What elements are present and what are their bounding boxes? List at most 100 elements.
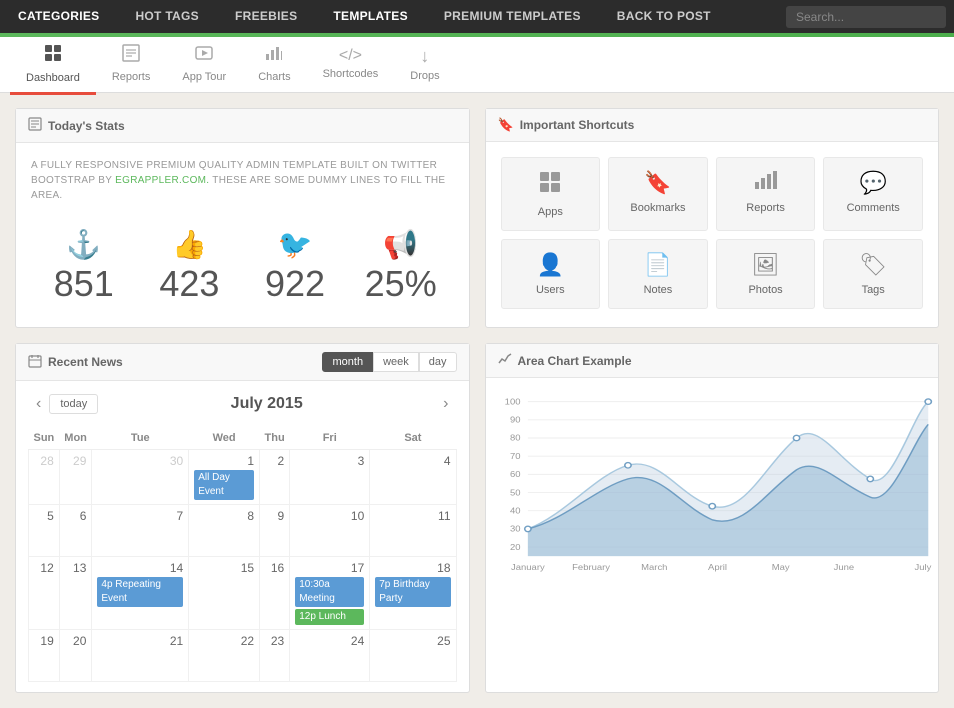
tab-dashboard[interactable]: Dashboard [10,35,96,95]
top-navigation: CATEGORIES HOT TAGS FREEBIES Templates P… [0,0,954,33]
calendar-cell[interactable]: 1All Day Event [189,450,260,505]
calendar-cell[interactable]: 9 [260,505,290,557]
calendar-cell[interactable]: 13 [59,557,92,630]
calendar-cell[interactable]: 7 [92,505,189,557]
calendar-cell[interactable]: 21 [92,630,189,682]
tab-shortcodes-label: Shortcodes [323,68,379,80]
shortcut-apps[interactable]: Apps [501,157,601,231]
calendar-cell[interactable]: 30 [92,450,189,505]
calendar-cell[interactable]: 2 [260,450,290,505]
search-input[interactable] [786,6,946,28]
tab-reports-label: Reports [112,71,151,83]
calendar-cell[interactable]: 19 [29,630,60,682]
calendar-event[interactable]: All Day Event [194,470,254,500]
shortcuts-header: 🔖 Important Shortcuts [486,109,939,142]
shortcut-reports[interactable]: Reports [716,157,816,231]
calendar-header: Recent News month week day [16,344,469,381]
svg-text:40: 40 [509,506,520,515]
calendar-cell[interactable]: 8 [189,505,260,557]
svg-text:100: 100 [504,397,520,406]
stat-megaphone: 📢 25% [348,218,454,312]
svg-text:90: 90 [509,415,520,424]
svg-text:30: 30 [509,524,520,533]
calendar-cell[interactable]: 28 [29,450,60,505]
calendar-event[interactable]: 10:30a Meeting [295,577,364,607]
calendar-cell[interactable]: 3 [290,450,370,505]
shortcut-comments[interactable]: 💬 Comments [823,157,923,231]
svg-text:April: April [708,562,727,571]
calendar-cell[interactable]: 22 [189,630,260,682]
calendar-title: Recent News [48,355,123,369]
tab-app-tour[interactable]: App Tour [166,36,242,94]
tab-charts-label: Charts [258,71,290,83]
shortcut-notes[interactable]: 📄 Notes [608,239,708,309]
calendar-header-left: Recent News [28,354,123,371]
nav-premium-templates[interactable]: Premium Templates [426,0,599,33]
cal-view-month[interactable]: month [322,352,373,372]
calendar-cell[interactable]: 11 [370,505,456,557]
shortcut-bookmarks[interactable]: 🔖 Bookmarks [608,157,708,231]
calendar-body: ‹ today July 2015 › Sun Mon Tue Wed Thu … [16,381,469,692]
calendar-cell[interactable]: 20 [59,630,92,682]
calendar-cell[interactable]: 6 [59,505,92,557]
svg-text:February: February [572,562,611,571]
svg-text:60: 60 [509,470,520,479]
shortcut-users-label: Users [536,284,565,296]
twitter-icon: 🐦 [247,228,343,261]
calendar-cell[interactable]: 12 [29,557,60,630]
svg-text:50: 50 [509,488,520,497]
calendar-cell[interactable]: 5 [29,505,60,557]
svg-text:80: 80 [509,433,520,442]
tab-drops-label: Drops [410,70,439,82]
calendar-cell[interactable]: 24 [290,630,370,682]
calendar-cell[interactable]: 1710:30a Meeting12p Lunch [290,557,370,630]
tab-shortcodes[interactable]: </> Shortcodes [307,39,395,91]
cal-view-day[interactable]: day [419,352,457,372]
calendar-cell[interactable]: 187p Birthday Party [370,557,456,630]
calendar-cell[interactable]: 144p Repeating Event [92,557,189,630]
cal-view-week[interactable]: week [373,352,419,372]
calendar-cell[interactable]: 29 [59,450,92,505]
calendar-event[interactable]: 7p Birthday Party [375,577,450,607]
calendar-cell[interactable]: 25 [370,630,456,682]
nav-hot-tags[interactable]: HOT TAGS [117,0,217,33]
bookmarks-icon: 🔖 [644,170,671,196]
shortcodes-icon: </> [339,47,362,65]
drops-icon: ↓ [420,46,429,67]
area-chart-body: 100 90 80 70 60 50 40 30 20 [486,378,939,596]
nav-back-to-post[interactable]: Back to Post [599,0,729,33]
shortcut-tags[interactable]: 🏷 Tags [823,239,923,309]
calendar-cell[interactable]: 23 [260,630,290,682]
tab-reports[interactable]: Reports [96,36,167,94]
calendar-cell[interactable]: 15 [189,557,260,630]
cal-next-button[interactable]: › [435,391,456,417]
stat-value-3: 25% [353,266,449,302]
calendar-cell[interactable]: 16 [260,557,290,630]
nav-categories[interactable]: CATEGORIES [0,0,117,33]
stats-header-icon [28,117,42,134]
calendar-event[interactable]: 4p Repeating Event [97,577,183,607]
shortcut-photos[interactable]: 🖼 Photos [716,239,816,309]
cal-prev-button[interactable]: ‹ [28,391,49,417]
stat-value-2: 922 [247,266,343,302]
shortcut-tags-label: Tags [862,284,885,296]
calendar-event[interactable]: 12p Lunch [295,609,364,625]
calendar-cell[interactable]: 10 [290,505,370,557]
shortcut-apps-label: Apps [538,206,563,218]
tab-app-tour-label: App Tour [182,71,226,83]
tab-drops[interactable]: ↓ Drops [394,38,455,93]
cal-today-button[interactable]: today [49,394,98,414]
calendar-view-buttons: month week day [322,352,456,372]
svg-text:March: March [641,562,667,571]
cal-day-mon: Mon [59,427,92,450]
megaphone-icon: 📢 [353,228,449,261]
tab-bar: Dashboard Reports App Tour [0,37,954,93]
calendar-cell[interactable]: 4 [370,450,456,505]
nav-freebies[interactable]: FREEBIES [217,0,315,33]
tab-charts[interactable]: Charts [242,36,306,94]
thumbs-up-icon: 👍 [142,228,238,261]
nav-templates[interactable]: Templates [315,0,425,33]
tags-icon: 🏷 [859,252,887,278]
shortcut-users[interactable]: 👤 Users [501,239,601,309]
todays-stats-header: Today's Stats [16,109,469,143]
